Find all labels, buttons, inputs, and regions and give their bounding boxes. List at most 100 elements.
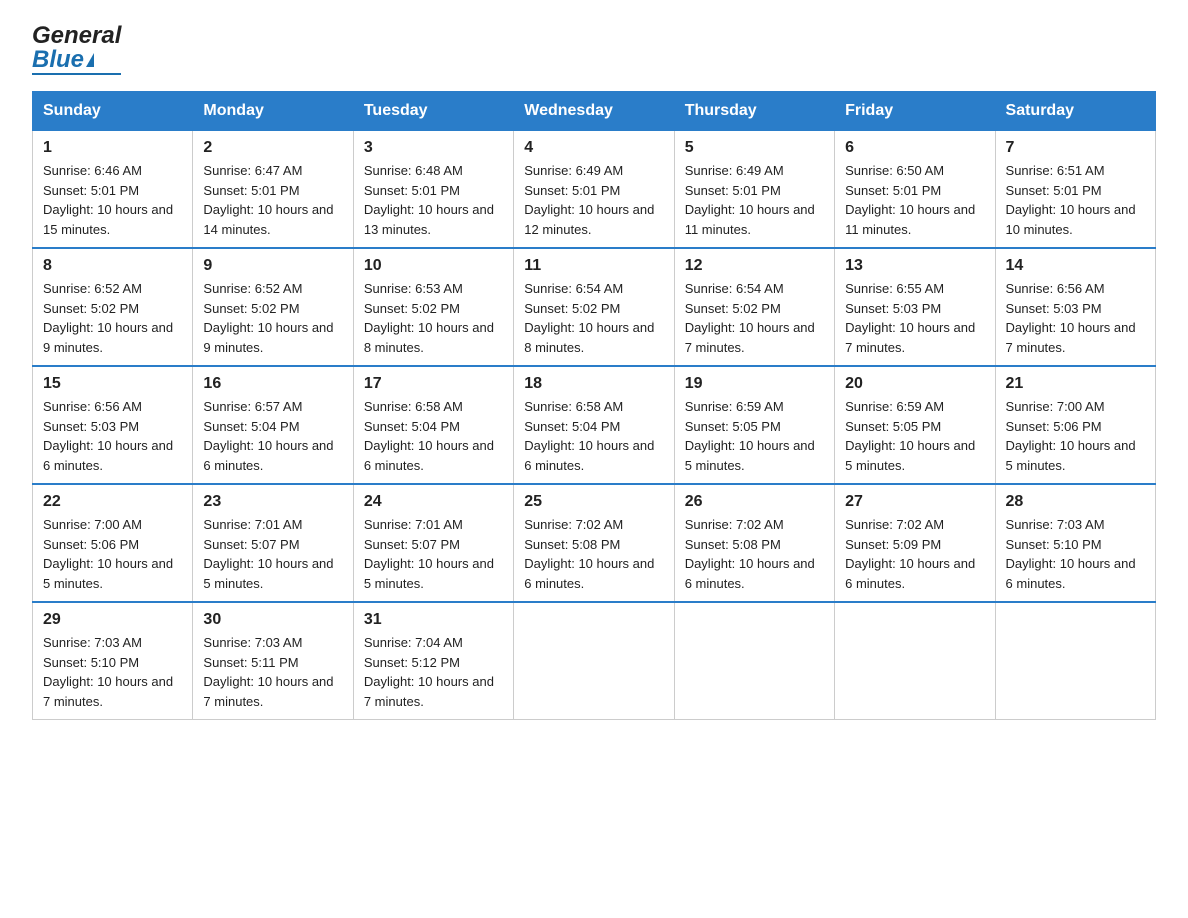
day-info: Sunrise: 6:50 AMSunset: 5:01 PMDaylight:… — [845, 161, 984, 239]
day-info: Sunrise: 6:49 AMSunset: 5:01 PMDaylight:… — [685, 161, 824, 239]
calendar-cell — [514, 602, 674, 720]
day-info: Sunrise: 7:00 AMSunset: 5:06 PMDaylight:… — [1006, 397, 1145, 475]
day-number: 28 — [1006, 493, 1145, 511]
day-number: 11 — [524, 257, 663, 275]
calendar-cell: 30 Sunrise: 7:03 AMSunset: 5:11 PMDayligh… — [193, 602, 353, 720]
calendar-cell: 23 Sunrise: 7:01 AMSunset: 5:07 PMDayligh… — [193, 484, 353, 602]
calendar-cell — [674, 602, 834, 720]
day-info: Sunrise: 6:49 AMSunset: 5:01 PMDaylight:… — [524, 161, 663, 239]
logo-general-text: General — [32, 24, 121, 48]
day-number: 20 — [845, 375, 984, 393]
calendar-cell: 1 Sunrise: 6:46 AMSunset: 5:01 PMDaylight… — [33, 131, 193, 249]
day-info: Sunrise: 6:59 AMSunset: 5:05 PMDaylight:… — [685, 397, 824, 475]
day-info: Sunrise: 6:56 AMSunset: 5:03 PMDaylight:… — [1006, 279, 1145, 357]
calendar-cell: 14 Sunrise: 6:56 AMSunset: 5:03 PMDayligh… — [995, 248, 1155, 366]
day-info: Sunrise: 6:58 AMSunset: 5:04 PMDaylight:… — [524, 397, 663, 475]
logo-blue-text: Blue — [32, 48, 84, 72]
weekday-header-row: SundayMondayTuesdayWednesdayThursdayFrid… — [33, 92, 1156, 131]
day-info: Sunrise: 6:51 AMSunset: 5:01 PMDaylight:… — [1006, 161, 1145, 239]
weekday-header-thursday: Thursday — [674, 92, 834, 131]
day-number: 6 — [845, 139, 984, 157]
calendar-cell: 25 Sunrise: 7:02 AMSunset: 5:08 PMDayligh… — [514, 484, 674, 602]
day-info: Sunrise: 6:58 AMSunset: 5:04 PMDaylight:… — [364, 397, 503, 475]
calendar-cell: 2Sunrise: 6:47 AMSunset: 5:01 PMDaylight… — [193, 131, 353, 249]
day-number: 4 — [524, 139, 663, 157]
day-number: 13 — [845, 257, 984, 275]
day-info: Sunrise: 6:59 AMSunset: 5:05 PMDaylight:… — [845, 397, 984, 475]
day-number: 16 — [203, 375, 342, 393]
day-number: 5 — [685, 139, 824, 157]
day-info: Sunrise: 6:54 AMSunset: 5:02 PMDaylight:… — [685, 279, 824, 357]
day-info: Sunrise: 6:56 AMSunset: 5:03 PMDaylight:… — [43, 397, 182, 475]
calendar-cell: 18 Sunrise: 6:58 AMSunset: 5:04 PMDayligh… — [514, 366, 674, 484]
calendar-week-row: 29Sunrise: 7:03 AMSunset: 5:10 PMDayligh… — [33, 602, 1156, 720]
day-info: Sunrise: 6:55 AMSunset: 5:03 PMDaylight:… — [845, 279, 984, 357]
calendar-cell: 17 Sunrise: 6:58 AMSunset: 5:04 PMDayligh… — [353, 366, 513, 484]
day-number: 12 — [685, 257, 824, 275]
calendar-cell: 5 Sunrise: 6:49 AMSunset: 5:01 PMDaylight… — [674, 131, 834, 249]
logo-triangle-icon — [86, 53, 94, 67]
calendar-cell — [835, 602, 995, 720]
day-info: Sunrise: 7:02 AMSunset: 5:09 PMDaylight:… — [845, 515, 984, 593]
day-number: 15 — [43, 375, 182, 393]
weekday-header-saturday: Saturday — [995, 92, 1155, 131]
calendar-cell: 10 Sunrise: 6:53 AMSunset: 5:02 PMDayligh… — [353, 248, 513, 366]
calendar-table: SundayMondayTuesdayWednesdayThursdayFrid… — [32, 91, 1156, 720]
day-info: Sunrise: 7:02 AMSunset: 5:08 PMDaylight:… — [524, 515, 663, 593]
page-header: General Blue — [32, 24, 1156, 75]
calendar-week-row: 8 Sunrise: 6:52 AMSunset: 5:02 PMDaylight… — [33, 248, 1156, 366]
day-number: 22 — [43, 493, 182, 511]
day-number: 17 — [364, 375, 503, 393]
calendar-cell: 24Sunrise: 7:01 AMSunset: 5:07 PMDayligh… — [353, 484, 513, 602]
day-info: Sunrise: 6:57 AMSunset: 5:04 PMDaylight:… — [203, 397, 342, 475]
day-number: 10 — [364, 257, 503, 275]
calendar-cell: 27 Sunrise: 7:02 AMSunset: 5:09 PMDayligh… — [835, 484, 995, 602]
calendar-cell: 19Sunrise: 6:59 AMSunset: 5:05 PMDayligh… — [674, 366, 834, 484]
day-number: 2 — [203, 139, 342, 157]
day-number: 8 — [43, 257, 182, 275]
day-number: 14 — [1006, 257, 1145, 275]
day-info: Sunrise: 6:46 AMSunset: 5:01 PMDaylight:… — [43, 161, 182, 239]
day-number: 9 — [203, 257, 342, 275]
calendar-cell: 20 Sunrise: 6:59 AMSunset: 5:05 PMDayligh… — [835, 366, 995, 484]
logo: General Blue — [32, 24, 121, 75]
day-number: 31 — [364, 611, 503, 629]
weekday-header-wednesday: Wednesday — [514, 92, 674, 131]
day-info: Sunrise: 6:53 AMSunset: 5:02 PMDaylight:… — [364, 279, 503, 357]
calendar-cell: 7Sunrise: 6:51 AMSunset: 5:01 PMDaylight… — [995, 131, 1155, 249]
calendar-cell: 12 Sunrise: 6:54 AMSunset: 5:02 PMDayligh… — [674, 248, 834, 366]
day-number: 21 — [1006, 375, 1145, 393]
day-number: 1 — [43, 139, 182, 157]
calendar-cell: 22 Sunrise: 7:00 AMSunset: 5:06 PMDayligh… — [33, 484, 193, 602]
day-number: 24 — [364, 493, 503, 511]
logo-underline — [32, 73, 121, 75]
calendar-cell: 3Sunrise: 6:48 AMSunset: 5:01 PMDaylight… — [353, 131, 513, 249]
day-info: Sunrise: 7:00 AMSunset: 5:06 PMDaylight:… — [43, 515, 182, 593]
weekday-header-sunday: Sunday — [33, 92, 193, 131]
calendar-cell: 11 Sunrise: 6:54 AMSunset: 5:02 PMDayligh… — [514, 248, 674, 366]
calendar-week-row: 1 Sunrise: 6:46 AMSunset: 5:01 PMDaylight… — [33, 131, 1156, 249]
calendar-cell: 15 Sunrise: 6:56 AMSunset: 5:03 PMDayligh… — [33, 366, 193, 484]
calendar-cell: 16 Sunrise: 6:57 AMSunset: 5:04 PMDayligh… — [193, 366, 353, 484]
day-info: Sunrise: 6:54 AMSunset: 5:02 PMDaylight:… — [524, 279, 663, 357]
day-number: 18 — [524, 375, 663, 393]
day-number: 25 — [524, 493, 663, 511]
calendar-cell: 26Sunrise: 7:02 AMSunset: 5:08 PMDayligh… — [674, 484, 834, 602]
weekday-header-tuesday: Tuesday — [353, 92, 513, 131]
day-number: 30 — [203, 611, 342, 629]
day-info: Sunrise: 7:04 AMSunset: 5:12 PMDaylight:… — [364, 633, 503, 711]
day-info: Sunrise: 7:03 AMSunset: 5:11 PMDaylight:… — [203, 633, 342, 711]
calendar-cell: 13 Sunrise: 6:55 AMSunset: 5:03 PMDayligh… — [835, 248, 995, 366]
calendar-cell: 8Sunrise: 6:52 AMSunset: 5:02 PMDaylight… — [33, 248, 193, 366]
day-info: Sunrise: 7:03 AMSunset: 5:10 PMDaylight:… — [43, 633, 182, 711]
weekday-header-monday: Monday — [193, 92, 353, 131]
calendar-cell: 9 Sunrise: 6:52 AMSunset: 5:02 PMDaylight… — [193, 248, 353, 366]
day-number: 27 — [845, 493, 984, 511]
day-info: Sunrise: 6:52 AMSunset: 5:02 PMDaylight:… — [203, 279, 342, 357]
day-info: Sunrise: 7:01 AMSunset: 5:07 PMDaylight:… — [203, 515, 342, 593]
weekday-header-friday: Friday — [835, 92, 995, 131]
day-number: 23 — [203, 493, 342, 511]
calendar-cell: 31 Sunrise: 7:04 AMSunset: 5:12 PMDayligh… — [353, 602, 513, 720]
calendar-cell: 28Sunrise: 7:03 AMSunset: 5:10 PMDayligh… — [995, 484, 1155, 602]
calendar-cell: 21 Sunrise: 7:00 AMSunset: 5:06 PMDayligh… — [995, 366, 1155, 484]
